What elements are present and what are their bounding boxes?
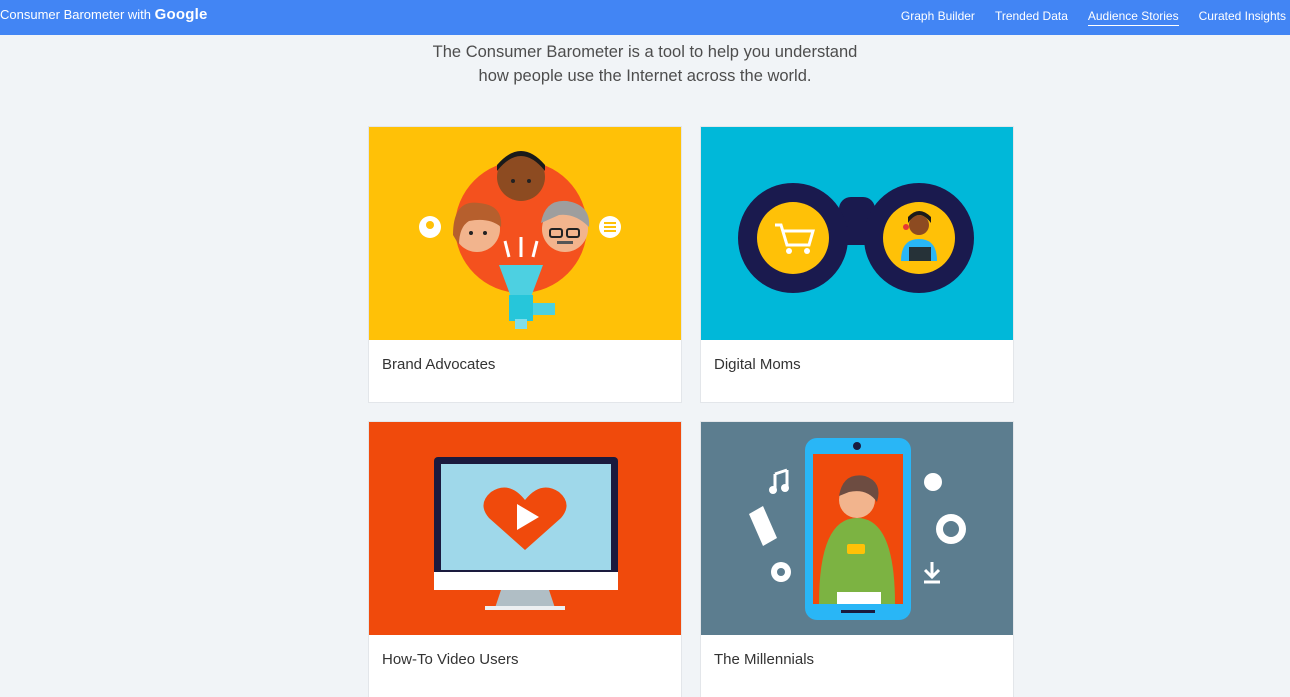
brand-prefix: Consumer Barometer with <box>0 7 151 22</box>
nav-curated-insights[interactable]: Curated Insights <box>1199 9 1286 26</box>
brand-logo[interactable]: Consumer Barometer with Google <box>0 6 208 23</box>
brand-google-wordmark: Google <box>154 6 208 23</box>
card-title: How-To Video Users <box>382 651 519 668</box>
card-title: Digital Moms <box>714 356 801 373</box>
nav-audience-stories[interactable]: Audience Stories <box>1087 9 1179 26</box>
how-to-video-illustration <box>369 422 681 635</box>
card-the-millennials[interactable]: The Millennials <box>701 422 1013 697</box>
card-title: Brand Advocates <box>382 356 496 373</box>
brand-advocates-illustration <box>369 127 681 340</box>
digital-moms-illustration <box>701 127 1013 340</box>
card-how-to-video-users[interactable]: How-To Video Users <box>369 422 681 697</box>
top-bar: Consumer Barometer with Google Graph Bui… <box>0 0 1290 35</box>
nav-graph-builder[interactable]: Graph Builder <box>901 9 975 26</box>
millennials-illustration <box>701 422 1013 635</box>
card-brand-advocates[interactable]: Brand Advocates <box>369 127 681 402</box>
main-nav: Graph Builder Trended Data Audience Stor… <box>881 9 1286 26</box>
card-digital-moms[interactable]: Digital Moms <box>701 127 1013 402</box>
intro-text: The Consumer Barometer is a tool to help… <box>0 40 1290 88</box>
nav-trended-data[interactable]: Trended Data <box>995 9 1068 26</box>
intro-line-2: how people use the Internet across the w… <box>478 67 812 85</box>
intro-line-1: The Consumer Barometer is a tool to help… <box>432 43 858 61</box>
card-title: The Millennials <box>714 651 815 668</box>
